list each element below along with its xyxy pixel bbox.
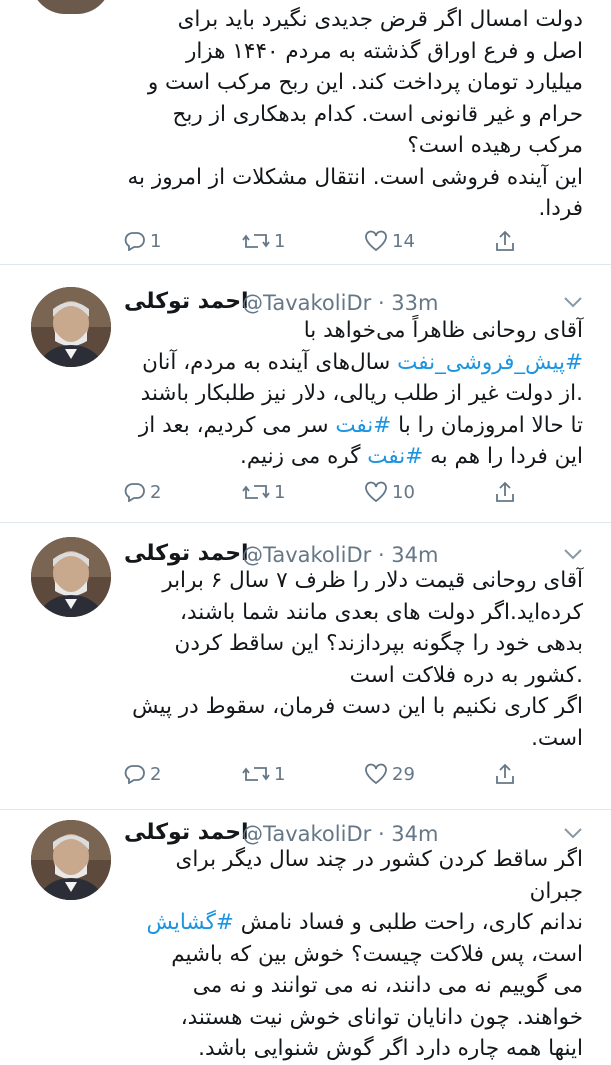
avatar[interactable] xyxy=(31,287,111,367)
tweet[interactable]: احمد توکلی @TavakoliDr · 34m اگر ساقط کر… xyxy=(0,810,611,1061)
share-button[interactable] xyxy=(494,759,520,789)
tweet-line: اصل و فرع اوراق گذشته به مردم ۱۴۴۰ هزار xyxy=(185,38,583,64)
tweet-line: میلیارد تومان پرداخت کند. این ربح مرکب ا… xyxy=(147,70,583,95)
retweet-icon xyxy=(242,485,270,499)
reply-button[interactable]: 2 xyxy=(124,477,161,507)
handle-text: @TavakoliDr xyxy=(242,822,372,846)
tweet-line: بدهی خود را چگونه بپردازند؟ این ساقط کرد… xyxy=(174,631,583,656)
tweet-line-text: سر می کردیم، بعد از xyxy=(138,412,336,438)
retweet-count: 1 xyxy=(274,481,286,503)
tweet-text: اگر ساقط کردن کشور در چند سال دیگر برای … xyxy=(124,844,583,1065)
reply-icon xyxy=(124,483,145,502)
retweet-icon xyxy=(242,767,270,781)
hashtag-link[interactable]: #پیش_فروشی_نفت xyxy=(397,350,583,375)
tweet-line: #پیش_فروشی_نفت سال‌های آینده به مردم، آن… xyxy=(124,347,583,379)
hashtag-link[interactable]: #نفت xyxy=(367,444,423,469)
like-button[interactable]: 10 xyxy=(364,477,415,507)
tweet-actions: 2 1 29 xyxy=(124,759,524,789)
tweet-text: دولت امسال اگر قرض جدیدی نگیرد باید برای… xyxy=(124,4,584,225)
tweet-line: .از دولت غیر از طلب ریالی، دلار نیز طلبک… xyxy=(140,381,583,406)
tweet-line-text: این فردا را هم به xyxy=(423,444,583,469)
username[interactable]: @TavakoliDr · 34m xyxy=(242,543,438,567)
tweet-line: فردا. xyxy=(538,196,583,221)
heart-icon xyxy=(365,481,387,503)
heart-icon xyxy=(365,230,387,252)
tweet-line: این فردا را هم به #نفت گره می زنیم. xyxy=(124,441,583,473)
reply-button[interactable]: 1 xyxy=(124,226,161,256)
hashtag-link[interactable]: #نفت xyxy=(335,413,391,438)
like-count: 10 xyxy=(392,481,415,503)
like-button[interactable]: 14 xyxy=(364,226,415,256)
timestamp: · 34m xyxy=(377,543,439,567)
username[interactable]: @TavakoliDr · 34m xyxy=(242,822,438,846)
share-button[interactable] xyxy=(494,226,520,256)
tweet[interactable]: احمد توکلی @TavakoliDr · 33m آقای روحانی… xyxy=(0,265,611,523)
tweet-line: کرده‌اید.اگر دولت های بعدی مانند شما باش… xyxy=(180,599,583,625)
tweet-line: این آینده فروشی است. انتقال مشکلات از ام… xyxy=(127,164,584,190)
handle-text: @TavakoliDr xyxy=(242,291,372,315)
tweet-line-text: سال‌های آینده به مردم، آنان xyxy=(142,349,398,375)
tweet-header: احمد توکلی @TavakoliDr · 33m xyxy=(124,285,583,319)
tweet-line: خواهند. چون دانایان توانای خوش نیت هستند… xyxy=(180,1004,583,1030)
tweet-line: حرام و غیر قانونی است. کدام بدهکاری از ر… xyxy=(172,101,584,127)
username[interactable]: @TavakoliDr · 33m xyxy=(242,291,438,315)
reply-button[interactable]: 2 xyxy=(124,759,161,789)
retweet-icon xyxy=(242,234,270,248)
share-icon xyxy=(496,481,514,502)
tweet-line-text: گره می زنیم. xyxy=(239,444,368,469)
avatar[interactable] xyxy=(31,820,111,900)
chevron-down-icon[interactable] xyxy=(563,547,583,561)
tweet[interactable]: دولت امسال اگر قرض جدیدی نگیرد باید برای… xyxy=(0,0,611,265)
display-name[interactable]: احمد توکلی xyxy=(124,289,249,314)
avatar[interactable] xyxy=(31,0,111,14)
timestamp: · 33m xyxy=(377,291,439,315)
heart-icon xyxy=(365,763,387,785)
tweet-line: ندانم کاری، راحت طلبی و فساد نامش #گشایش xyxy=(124,907,583,939)
tweet-line: اگر ساقط کردن کشور در چند سال دیگر برای … xyxy=(175,847,583,904)
tweet-line: .کشور به دره فلاکت است xyxy=(349,662,583,688)
tweet-line-text: ندانم کاری، راحت طلبی و فساد نامش xyxy=(233,910,583,935)
like-count: 14 xyxy=(392,230,415,252)
avatar[interactable] xyxy=(31,537,111,617)
timestamp: · 34m xyxy=(377,822,439,846)
share-icon xyxy=(496,763,514,784)
hashtag-link[interactable]: #گشایش xyxy=(146,910,233,935)
chevron-down-icon[interactable] xyxy=(563,295,583,309)
tweet-line: اینها همه چاره دارد اگر گوش شنوایی باشد. xyxy=(198,1036,583,1061)
tweet[interactable]: احمد توکلی @TavakoliDr · 34m آقای روحانی… xyxy=(0,523,611,810)
tweet-line: مرکب رهیده است؟ xyxy=(407,133,583,158)
display-name[interactable]: احمد توکلی xyxy=(124,541,249,566)
tweet-line: آقای روحانی ظاهراً می‌خواهد با xyxy=(303,318,583,343)
tweet-line: است. xyxy=(531,725,583,751)
tweet-line: اگر کاری نکنیم با این دست فرمان، سقوط در… xyxy=(132,694,583,719)
reply-icon xyxy=(124,232,145,251)
tweet-line: دولت امسال اگر قرض جدیدی نگیرد باید برای xyxy=(177,7,583,32)
reply-count: 1 xyxy=(150,230,162,252)
tweet-line-text: تا حالا امروزمان را با xyxy=(391,412,583,438)
retweet-button[interactable]: 1 xyxy=(242,759,285,789)
reply-icon xyxy=(124,765,145,784)
chevron-down-icon[interactable] xyxy=(563,826,583,840)
retweet-count: 1 xyxy=(274,230,286,252)
display-name[interactable]: احمد توکلی xyxy=(124,820,249,845)
share-icon xyxy=(496,230,514,251)
reply-count: 2 xyxy=(150,481,162,503)
retweet-button[interactable]: 1 xyxy=(242,226,285,256)
tweet-line: است، پس فلاکت چیست؟ خوش بین که باشیم xyxy=(171,941,583,967)
like-count: 29 xyxy=(392,763,415,785)
like-button[interactable]: 29 xyxy=(364,759,415,789)
tweet-actions: 1 1 14 xyxy=(124,226,524,256)
handle-text: @TavakoliDr xyxy=(242,543,372,567)
tweet-actions: 2 1 10 xyxy=(124,477,524,507)
tweet-text: آقای روحانی ظاهراً می‌خواهد با #پیش_فروش… xyxy=(124,315,583,473)
tweet-line: آقای روحانی قیمت دلار را ظرف ۷ سال ۶ برا… xyxy=(162,568,583,593)
retweet-button[interactable]: 1 xyxy=(242,477,285,507)
retweet-count: 1 xyxy=(274,763,286,785)
share-button[interactable] xyxy=(494,477,520,507)
reply-count: 2 xyxy=(150,763,162,785)
tweet-text: آقای روحانی قیمت دلار را ظرف ۷ سال ۶ برا… xyxy=(124,565,583,754)
tweet-line: می گوییم نه می دانند، نه می توانند و نه … xyxy=(192,973,583,998)
tweet-line: تا حالا امروزمان را با #نفت سر می کردیم،… xyxy=(124,410,583,442)
